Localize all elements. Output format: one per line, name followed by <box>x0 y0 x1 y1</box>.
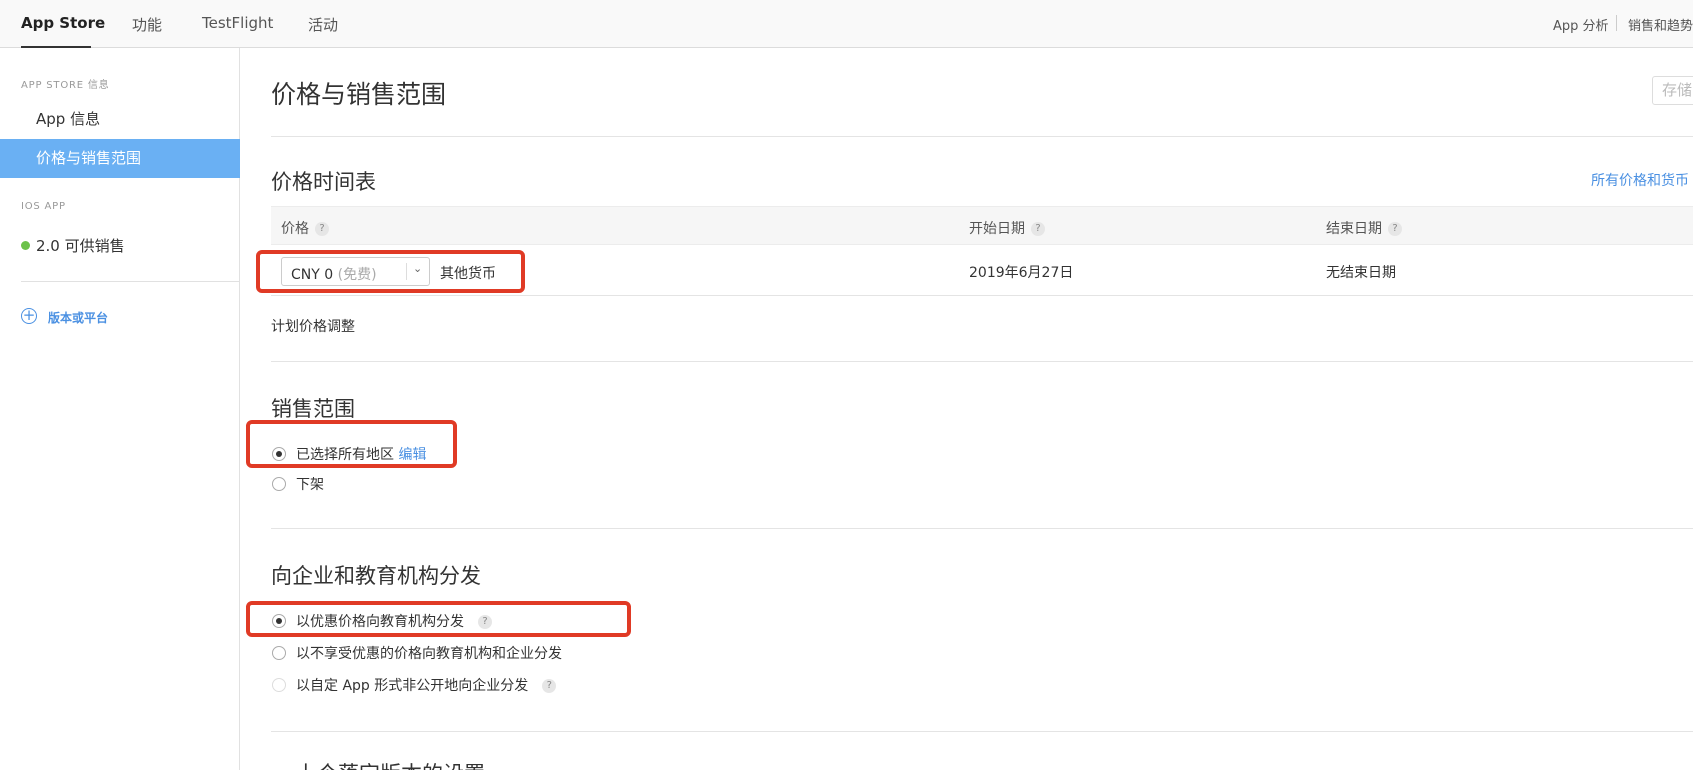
sidebar-section-ios: IOS APP <box>21 201 66 212</box>
tab-activity[interactable]: 活动 <box>308 14 338 35</box>
tab-features[interactable]: 功能 <box>132 14 162 35</box>
header-price: 价格? <box>281 218 329 238</box>
radio-custom-app[interactable] <box>272 678 286 692</box>
help-icon[interactable]: ? <box>315 222 329 236</box>
plan-price-change-link[interactable]: 计划价格调整 <box>271 316 355 336</box>
section-divider <box>271 731 1693 732</box>
top-divider <box>1616 15 1617 31</box>
regions-callout-box <box>246 420 457 468</box>
no-discount-label: 以不享受优惠的价格向教育机构和企业分发 <box>296 646 562 662</box>
next-section-title: 上个落定版本的设置 <box>296 758 485 770</box>
section-divider <box>271 528 1693 529</box>
save-button[interactable]: 存储 <box>1652 76 1693 105</box>
sales-trends-link[interactable]: 销售和趋势 <box>1628 15 1693 34</box>
price-table-header: 价格? 开始日期? 结束日期? <box>271 206 1693 245</box>
tab-app-store[interactable]: App Store <box>21 14 105 32</box>
header-end-date: 结束日期? <box>1326 218 1402 238</box>
distribution-title: 向企业和教育机构分发 <box>271 564 481 588</box>
help-icon[interactable]: ? <box>542 679 557 693</box>
add-version-platform-link[interactable]: 版本或平台 <box>48 309 108 326</box>
start-date-value: 2019年6月27日 <box>969 265 1074 281</box>
all-prices-link[interactable]: 所有价格和货币 <box>1591 170 1689 190</box>
top-navigation: App Store 功能 TestFlight 活动 App 分析 销售和趋势 <box>0 0 1693 48</box>
sidebar-item-app-info[interactable]: App 信息 <box>0 100 240 139</box>
radio-remove-from-sale[interactable] <box>272 477 286 491</box>
add-plus-icon[interactable]: + <box>21 308 37 324</box>
header-start-date: 开始日期? <box>969 218 1045 238</box>
app-analytics-link[interactable]: App 分析 <box>1553 15 1609 34</box>
table-row-divider <box>271 295 1693 296</box>
section-divider <box>271 136 1693 137</box>
help-icon[interactable]: ? <box>1031 222 1045 236</box>
page-title: 价格与销售范围 <box>271 80 447 109</box>
tab-testflight[interactable]: TestFlight <box>202 14 273 32</box>
sidebar-item-pricing[interactable]: 价格与销售范围 <box>0 139 240 178</box>
sidebar-item-version[interactable]: 2.0 可供销售 <box>36 235 125 256</box>
price-callout-box <box>256 250 525 293</box>
sidebar: APP STORE 信息 App 信息 价格与销售范围 IOS APP <box>0 48 240 770</box>
end-date-value: 无结束日期 <box>1326 265 1396 281</box>
status-dot-icon <box>21 241 30 250</box>
help-icon[interactable]: ? <box>1388 222 1402 236</box>
radio-no-discount[interactable] <box>272 646 286 660</box>
education-callout-box <box>246 601 631 637</box>
sidebar-section-app-store: APP STORE 信息 <box>21 80 110 91</box>
remove-from-sale-label: 下架 <box>296 477 324 493</box>
section-divider <box>271 361 1693 362</box>
availability-title: 销售范围 <box>271 397 355 421</box>
price-schedule-title: 价格时间表 <box>271 170 376 194</box>
custom-app-label: 以自定 App 形式非公开地向企业分发? <box>296 675 557 695</box>
sidebar-divider <box>21 281 240 282</box>
